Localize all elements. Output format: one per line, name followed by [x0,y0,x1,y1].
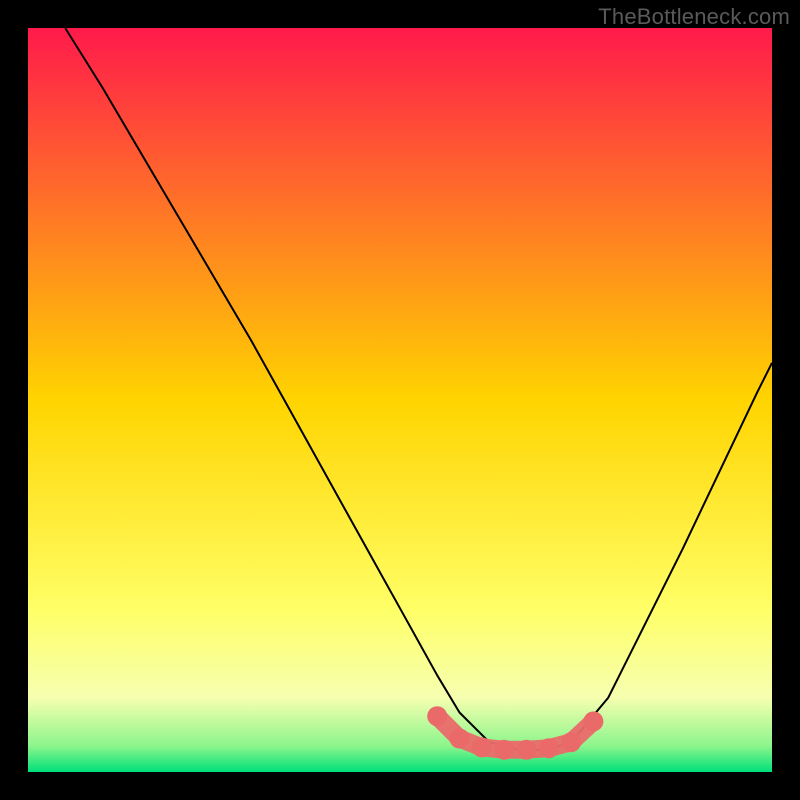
chart-frame: TheBottleneck.com [0,0,800,800]
plot-background [28,28,772,772]
marker-dot [494,740,514,760]
marker-dot [472,737,492,757]
marker-dot [539,738,559,758]
marker-dot [583,711,603,731]
chart-svg [0,0,800,800]
marker-dot [517,740,537,760]
marker-dot [561,732,581,752]
watermark-text: TheBottleneck.com [598,4,790,30]
marker-dot [427,706,447,726]
marker-dot [450,729,470,749]
